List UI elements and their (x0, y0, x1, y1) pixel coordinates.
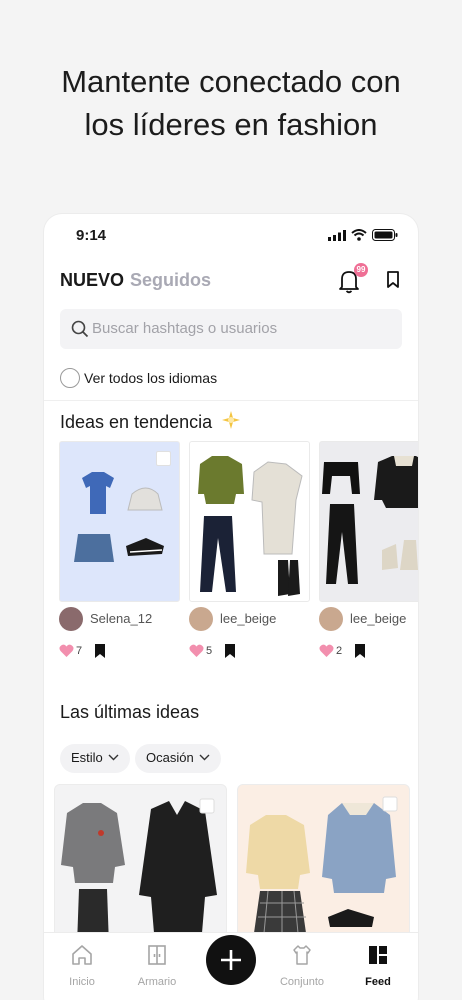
trending-cards: Selena_12 7 lee_beige 5 lee_beige 2 (59, 441, 418, 658)
status-bar: 9:14 (44, 214, 418, 258)
filter-occasion-label: Ocasión (146, 750, 194, 765)
search-input[interactable]: Buscar hashtags o usuarios (60, 309, 402, 349)
headline-line-2: los líderes en fashion (84, 107, 378, 142)
avatar[interactable] (319, 607, 343, 631)
wifi-icon (351, 229, 367, 241)
status-time: 9:14 (76, 227, 107, 244)
avatar[interactable] (59, 607, 83, 631)
like-count: 2 (336, 645, 343, 657)
like-count: 7 (76, 645, 83, 657)
promo-headline: Mantente conectado con los líderes en fa… (0, 60, 462, 146)
trending-title-text: Ideas en tendencia (60, 412, 213, 432)
feed-header: NUEVO Seguidos 99 (60, 263, 402, 298)
bookmark-icon[interactable] (354, 644, 366, 658)
select-checkbox[interactable] (156, 451, 171, 466)
like-count: 5 (206, 645, 213, 657)
latest-card[interactable] (54, 784, 227, 944)
chevron-down-icon (108, 754, 119, 761)
select-checkbox[interactable] (382, 796, 398, 812)
chevron-down-icon (199, 754, 210, 761)
filter-style-label: Estilo (71, 750, 103, 765)
outfit-image[interactable] (59, 441, 180, 602)
tab-home[interactable]: Inicio (52, 943, 112, 988)
filter-occasion[interactable]: Ocasión (135, 744, 221, 773)
card-stats: 5 (189, 644, 310, 660)
feed-icon (369, 946, 387, 964)
outfit-illustration (74, 472, 164, 562)
outfit-icon (293, 945, 311, 965)
sparkle-icon (222, 411, 241, 429)
tab-home-label: Inicio (69, 976, 95, 988)
status-icons (328, 229, 398, 241)
all-languages-label: Ver todos los idiomas (84, 370, 218, 386)
home-icon (72, 945, 92, 965)
headline-line-1: Mantente conectado con (61, 64, 401, 99)
search-placeholder: Buscar hashtags o usuarios (92, 320, 278, 337)
card-stats: 7 (59, 644, 180, 660)
card-stats: 2 (319, 644, 418, 660)
bottom-tab-bar: Inicio Armario Conjunto Feed (44, 932, 418, 1000)
tab-following[interactable]: Seguidos (130, 270, 211, 291)
trend-card[interactable]: lee_beige 2 (319, 441, 418, 658)
trending-section-title: Ideas en tendencia (60, 410, 241, 433)
bookmark-icon (387, 271, 399, 288)
tab-outfit-label: Conjunto (279, 976, 325, 988)
bookmark-icon[interactable] (94, 644, 106, 658)
latest-section-title: Las últimas ideas (60, 702, 200, 722)
username[interactable]: Selena_12 (90, 611, 152, 626)
wardrobe-icon (148, 945, 166, 965)
notification-badge: 99 (354, 263, 368, 277)
heart-icon[interactable] (319, 644, 334, 658)
heart-icon[interactable] (189, 644, 204, 658)
outfit-image[interactable] (319, 441, 418, 602)
username[interactable]: lee_beige (220, 611, 276, 626)
saved-button[interactable] (384, 270, 402, 290)
tab-wardrobe[interactable]: Armario (127, 943, 187, 988)
filter-style[interactable]: Estilo (60, 744, 130, 773)
add-outfit-button[interactable] (206, 935, 256, 985)
battery-icon (372, 229, 398, 241)
radio-circle[interactable] (60, 368, 80, 388)
tab-outfit[interactable]: Conjunto (272, 943, 332, 988)
select-checkbox[interactable] (199, 798, 215, 814)
outfit-illustration (246, 796, 398, 934)
card-user[interactable]: lee_beige (189, 607, 310, 631)
tab-feed[interactable]: Feed (348, 943, 408, 988)
tab-wardrobe-label: Armario (137, 976, 177, 988)
outfit-image[interactable] (189, 441, 310, 602)
outfit-illustration (198, 456, 303, 596)
heart-icon[interactable] (59, 644, 74, 658)
tab-feed-label: Feed (365, 976, 391, 988)
divider (44, 400, 418, 401)
latest-card[interactable] (237, 784, 410, 944)
card-user[interactable]: Selena_12 (59, 607, 180, 631)
card-user[interactable]: lee_beige (319, 607, 418, 631)
bookmark-icon[interactable] (224, 644, 236, 658)
latest-cards (54, 784, 410, 944)
search-icon (71, 320, 89, 338)
trend-card[interactable]: Selena_12 7 (59, 441, 180, 658)
outfit-illustration (322, 456, 418, 584)
avatar[interactable] (189, 607, 213, 631)
phone-screen: 9:14 NUEVO Seguidos 99 Buscar hashtags o… (44, 214, 418, 1000)
outfit-illustration (61, 798, 217, 943)
signal-icon (328, 229, 346, 241)
tab-new[interactable]: NUEVO (60, 270, 124, 291)
username[interactable]: lee_beige (350, 611, 406, 626)
trend-card[interactable]: lee_beige 5 (189, 441, 310, 658)
plus-icon (221, 950, 241, 970)
